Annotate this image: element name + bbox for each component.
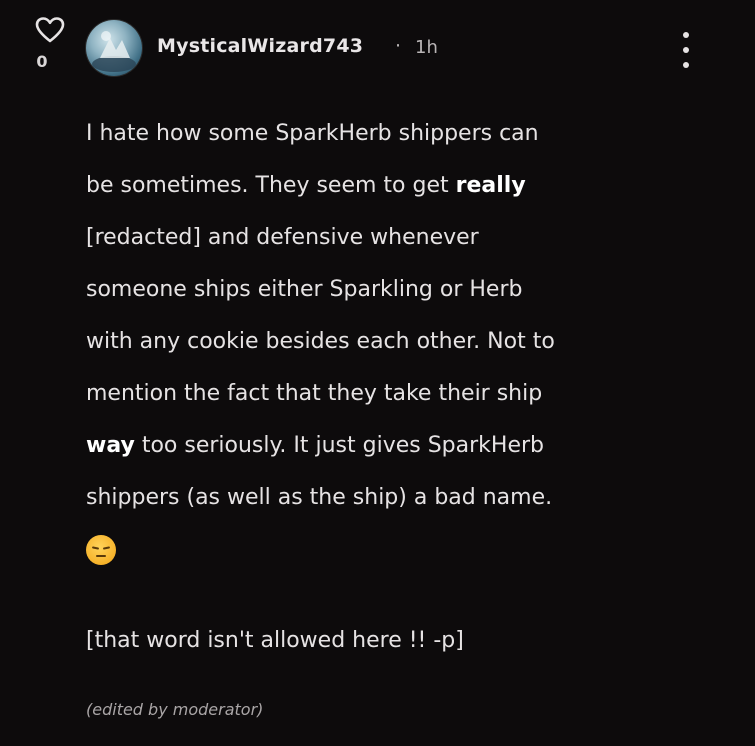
heart-outline-icon[interactable] xyxy=(33,14,67,46)
body-line: be sometimes. They seem to get really xyxy=(86,173,526,198)
body-line: way too seriously. It just gives SparkHe… xyxy=(86,433,544,458)
avatar-image xyxy=(92,31,136,72)
emoji-line xyxy=(86,524,726,576)
kebab-dot xyxy=(683,62,689,68)
edited-by-moderator-note: (edited by moderator) xyxy=(86,700,264,719)
kebab-dot xyxy=(683,32,689,38)
body-line: with any cookie besides each other. Not … xyxy=(86,329,555,354)
comment-body: I hate how some SparkHerb shippers can b… xyxy=(86,108,726,576)
kebab-dot xyxy=(683,47,689,53)
comment-card: 0 MysticalWizard743 · 1h I hate how some… xyxy=(0,0,755,746)
avatar[interactable] xyxy=(86,20,142,76)
body-line: mention the fact that they take their sh… xyxy=(86,381,543,406)
kebab-menu-icon[interactable] xyxy=(674,32,698,68)
body-line: someone ships either Sparkling or Herb xyxy=(86,277,523,302)
like-column: 0 xyxy=(30,14,70,71)
bold-word: really xyxy=(455,173,526,198)
post-timestamp: 1h xyxy=(415,37,438,58)
heart-outline-icon-svg xyxy=(35,17,65,43)
bold-word: way xyxy=(86,433,135,458)
meta-separator: · xyxy=(395,35,402,57)
body-line: [redacted] and defensive whenever xyxy=(86,225,479,250)
moderator-note: [that word isn't allowed here !! -p] xyxy=(86,628,464,653)
pensive-face-emoji xyxy=(86,535,116,565)
body-line: shippers (as well as the ship) a bad nam… xyxy=(86,485,553,510)
like-count: 0 xyxy=(36,52,48,71)
body-line: I hate how some SparkHerb shippers can xyxy=(86,121,539,146)
username[interactable]: MysticalWizard743 xyxy=(157,35,363,57)
